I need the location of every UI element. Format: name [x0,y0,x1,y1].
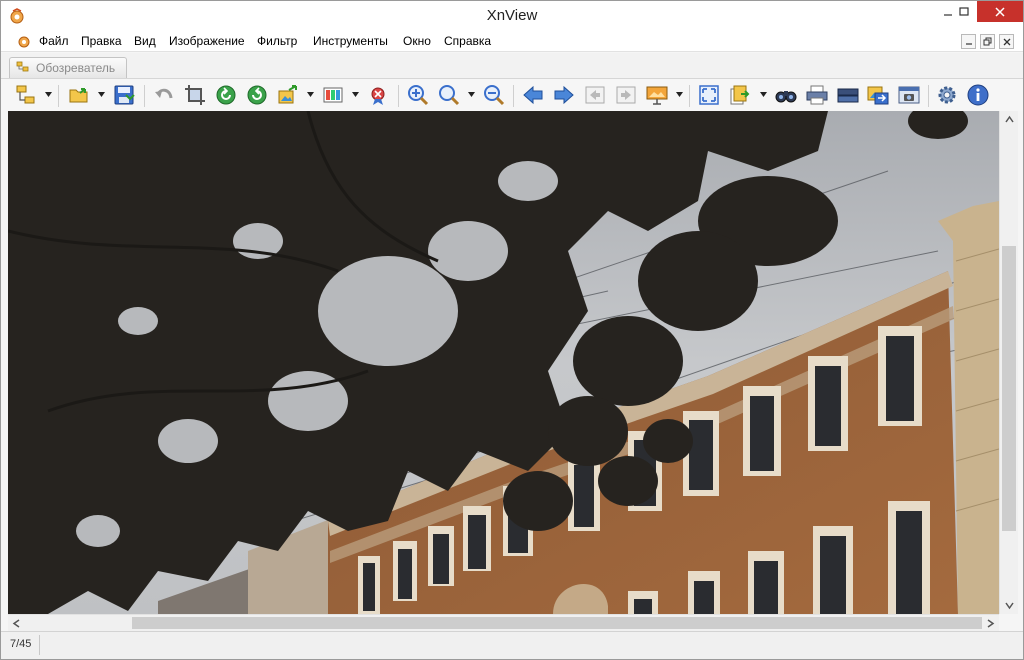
capture-icon[interactable] [898,84,920,106]
toolbar-separator [398,85,399,107]
mdi-close-button[interactable] [999,34,1014,49]
toolbar-separator [928,85,929,107]
vertical-scrollbar[interactable] [999,111,1018,614]
toolbar [1,78,1023,111]
print-icon[interactable] [806,84,828,106]
close-icon [1003,38,1010,45]
menu-filter[interactable]: Фильтр [257,34,297,48]
scroll-up-icon[interactable] [1005,115,1014,124]
adjust-icon[interactable] [322,84,344,106]
last-icon[interactable] [615,84,637,106]
menu-image[interactable]: Изображение [169,34,245,48]
xnview-window: XnView Файл Правка Вид Изображение Фильт… [0,0,1024,660]
menu-view[interactable]: Вид [134,34,156,48]
close-button[interactable] [977,1,1023,22]
zoom-dropdown-icon[interactable] [468,92,475,97]
slideshow-dropdown-icon[interactable] [676,92,683,97]
restore-icon [983,37,992,46]
image-counter: 7/45 [10,638,32,650]
vertical-scrollbar-thumb[interactable] [1002,246,1016,531]
browser-tab-icon [16,61,29,72]
save-icon[interactable] [113,84,135,106]
zoom-icon[interactable] [438,84,460,106]
tab-bar: Обозреватель [1,53,1023,78]
image-viewer[interactable] [8,111,999,614]
tab-browser[interactable]: Обозреватель [9,57,127,78]
next-icon[interactable] [553,84,575,106]
settings-icon[interactable] [936,84,958,106]
filter-icon[interactable] [367,84,389,106]
convert-icon[interactable] [277,84,299,106]
toolbar-separator [513,85,514,107]
browser-icon[interactable] [15,84,37,106]
menu-tools[interactable]: Инструменты [313,34,388,48]
copy-to-icon[interactable] [729,84,751,106]
browser-dropdown-icon[interactable] [45,92,52,97]
menu-window[interactable]: Окно [403,34,431,48]
rotate-right-icon[interactable] [246,84,268,106]
convert-dropdown-icon[interactable] [307,92,314,97]
minimize-icon [965,42,972,45]
maximize-button[interactable] [947,1,981,22]
fullscreen-icon[interactable] [698,84,720,106]
info-icon[interactable] [967,84,989,106]
close-icon [995,6,1005,17]
open-folder-icon[interactable] [68,84,90,106]
status-divider [39,635,40,655]
photo-image [8,111,999,614]
horizontal-scrollbar[interactable] [8,614,999,631]
zoom-out-icon[interactable] [483,84,505,106]
search-icon[interactable] [775,84,797,106]
title-bar: XnView [1,1,1023,31]
menu-file[interactable]: Файл [39,34,69,48]
scan-icon[interactable] [837,84,859,106]
zoom-in-icon[interactable] [407,84,429,106]
mdi-minimize-button[interactable] [961,34,976,49]
toolbar-separator [58,85,59,107]
mdi-restore-button[interactable] [980,34,995,49]
undo-icon[interactable] [153,84,175,106]
previous-icon[interactable] [522,84,544,106]
adjust-dropdown-icon[interactable] [352,92,359,97]
window-title: XnView [486,7,538,24]
export-icon[interactable] [867,84,889,106]
rotate-left-icon[interactable] [215,84,237,106]
document-menu-icon[interactable] [17,34,31,48]
horizontal-scrollbar-thumb[interactable] [132,617,982,629]
slideshow-icon[interactable] [646,84,668,106]
first-icon[interactable] [584,84,606,106]
status-bar: 7/45 [1,631,1023,659]
tab-browser-label: Обозреватель [36,61,116,75]
open-dropdown-icon[interactable] [98,92,105,97]
menu-edit[interactable]: Правка [81,34,122,48]
copy-to-dropdown-icon[interactable] [760,92,767,97]
crop-icon[interactable] [184,84,206,106]
maximize-icon [959,6,969,16]
menu-bar: Файл Правка Вид Изображение Фильтр Инстр… [1,31,1023,52]
toolbar-separator [689,85,690,107]
menu-help[interactable]: Справка [444,34,491,48]
scroll-left-icon[interactable] [12,619,21,628]
toolbar-separator [144,85,145,107]
scroll-down-icon[interactable] [1005,601,1014,610]
scroll-right-icon[interactable] [986,619,995,628]
